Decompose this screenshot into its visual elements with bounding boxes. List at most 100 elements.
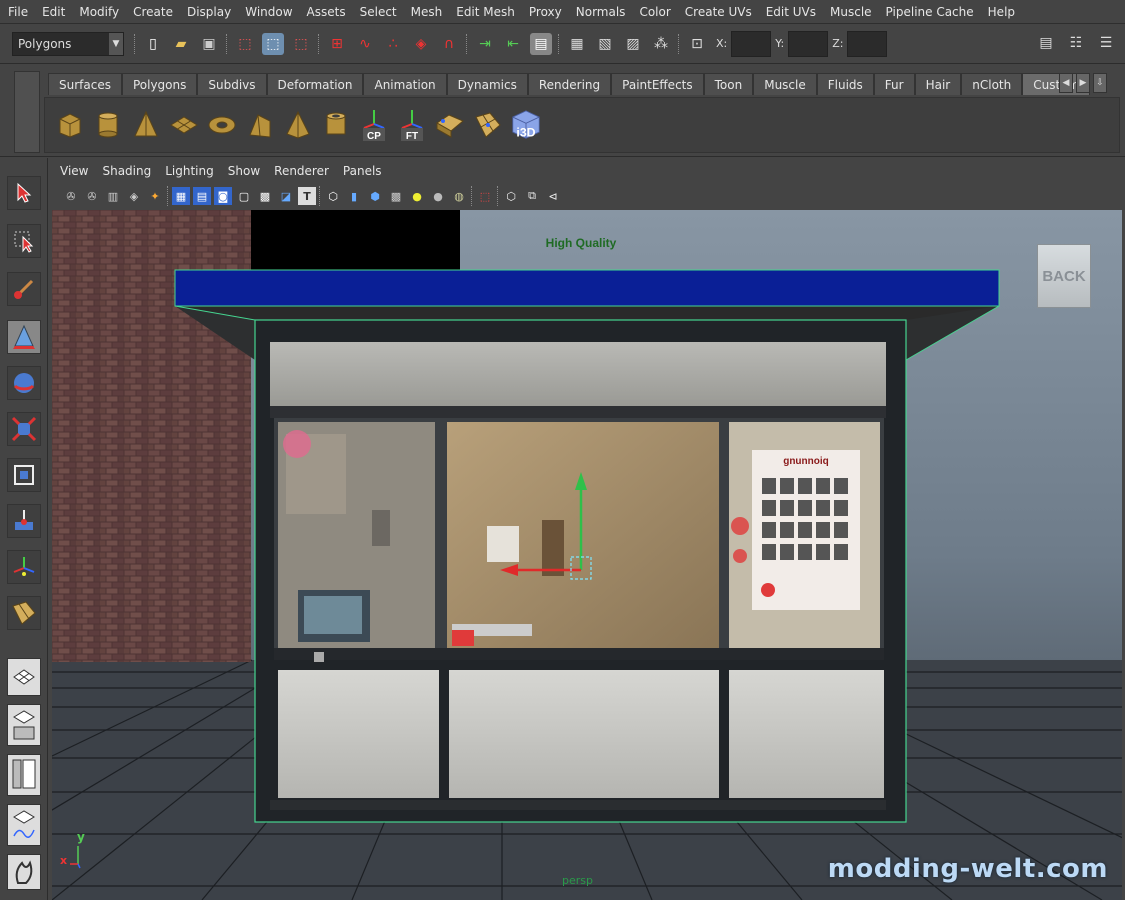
film-gate-icon[interactable]: ✦ — [146, 187, 164, 205]
shelf-menu-handle[interactable] — [14, 71, 40, 153]
poly-torus-icon[interactable] — [207, 108, 237, 142]
panel-menu-show[interactable]: Show — [228, 164, 260, 178]
menu-color[interactable]: Color — [639, 5, 670, 19]
ft-tool-icon[interactable]: FT — [397, 108, 427, 142]
universal-manipulator-icon[interactable] — [7, 458, 41, 492]
output-history-icon[interactable]: ⇤ — [502, 33, 524, 55]
bevel-icon[interactable] — [435, 108, 465, 142]
tool-settings-icon[interactable]: ☷ — [1065, 32, 1087, 54]
menu-set-selector[interactable]: Polygons ▼ — [12, 31, 124, 56]
new-scene-icon[interactable]: ▯ — [142, 33, 164, 55]
menu-window[interactable]: Window — [245, 5, 292, 19]
transform-input-icon[interactable]: ⊡ — [686, 33, 708, 55]
light-icon[interactable]: ● — [408, 187, 426, 205]
construction-history-icon[interactable]: ▤ — [530, 32, 552, 55]
shadows-icon[interactable]: T — [298, 187, 316, 205]
single-perspective-layout-icon[interactable] — [7, 658, 41, 696]
snap-point-icon[interactable]: ∴ — [382, 33, 404, 55]
panel-menu-view[interactable]: View — [60, 164, 88, 178]
poly-cylinder-icon[interactable] — [93, 108, 123, 142]
menu-assets[interactable]: Assets — [307, 5, 346, 19]
shelf-tab-subdivs[interactable]: Subdivs — [197, 73, 267, 95]
shelf-tab-hair[interactable]: Hair — [914, 73, 962, 95]
panel-menu-renderer[interactable]: Renderer — [274, 164, 329, 178]
shelf-tab-painteffects[interactable]: PaintEffects — [611, 73, 704, 95]
menu-modify[interactable]: Modify — [79, 5, 119, 19]
shelf-tab-rendering[interactable]: Rendering — [527, 73, 612, 95]
z-field[interactable] — [847, 30, 888, 57]
y-field[interactable] — [788, 30, 829, 57]
channel-box-icon[interactable]: ☰ — [1095, 32, 1117, 54]
default-material-icon[interactable]: ⬢ — [366, 187, 384, 205]
wireframe-icon[interactable]: ▤ — [193, 187, 211, 205]
cube-view-icon[interactable]: ⬡ — [502, 187, 520, 205]
uv-icon[interactable] — [473, 108, 503, 142]
scale-tool-icon[interactable] — [7, 412, 41, 446]
move-tool-icon[interactable] — [7, 320, 41, 354]
render-settings-icon[interactable]: ⁂ — [650, 33, 672, 55]
menu-select[interactable]: Select — [360, 5, 397, 19]
menu-edit-mesh[interactable]: Edit Mesh — [456, 5, 515, 19]
perspective-graph-editor-layout-icon[interactable] — [7, 804, 41, 846]
shelf-tab-dynamics[interactable]: Dynamics — [446, 73, 528, 95]
select-by-camera-icon[interactable]: ⬚ — [476, 187, 494, 205]
select-tool-icon[interactable] — [7, 176, 41, 210]
snap-grid-icon[interactable]: ⊞ — [326, 33, 348, 55]
poly-prism-icon[interactable] — [245, 108, 275, 142]
perspective-outliner-layout-icon[interactable] — [7, 704, 41, 746]
textured-icon[interactable]: ▩ — [256, 187, 274, 205]
select-object-icon[interactable]: ⬚ — [262, 32, 284, 55]
input-history-icon[interactable]: ⇥ — [474, 33, 496, 55]
show-manipulator-icon[interactable] — [7, 550, 41, 584]
smooth-shade-icon[interactable]: ◙ — [214, 187, 232, 205]
rotate-tool-icon[interactable] — [7, 366, 41, 400]
select-hierarchy-icon[interactable]: ⬚ — [234, 33, 256, 55]
shelf-tab-surfaces[interactable]: Surfaces — [48, 73, 122, 95]
isolate-select-icon[interactable]: ▩ — [387, 187, 405, 205]
hypershade-icon[interactable] — [7, 854, 41, 890]
material-sphere-icon[interactable]: ● — [429, 187, 447, 205]
camera-attributes-icon[interactable]: ✇ — [83, 187, 101, 205]
menu-help[interactable]: Help — [988, 5, 1015, 19]
menu-proxy[interactable]: Proxy — [529, 5, 562, 19]
menu-display[interactable]: Display — [187, 5, 231, 19]
ipr-render-icon[interactable]: ▨ — [622, 33, 644, 55]
save-scene-icon[interactable]: ▣ — [198, 33, 220, 55]
wireframe-on-shaded-icon[interactable]: ▢ — [235, 187, 253, 205]
use-all-lights-icon[interactable]: ◪ — [277, 187, 295, 205]
menu-create[interactable]: Create — [133, 5, 173, 19]
snap-curve-icon[interactable]: ∿ — [354, 33, 376, 55]
menu-edit[interactable]: Edit — [42, 5, 65, 19]
attribute-editor-icon[interactable]: ▤ — [1035, 32, 1057, 54]
menu-file[interactable]: File — [8, 5, 28, 19]
shelf-right-arrow-icon[interactable]: ▶ — [1076, 73, 1090, 93]
menu-pipeline-cache[interactable]: Pipeline Cache — [886, 5, 974, 19]
select-camera-icon[interactable]: ✇ — [62, 187, 80, 205]
render-view-icon[interactable]: ▦ — [566, 33, 588, 55]
shelf-menu-icon[interactable]: ⇩ — [1093, 73, 1107, 93]
poly-cone-icon[interactable] — [131, 108, 161, 142]
uv-shelf-icon[interactable] — [7, 596, 41, 630]
menu-normals[interactable]: Normals — [576, 5, 626, 19]
shelf-tab-toon[interactable]: Toon — [703, 73, 754, 95]
panel-menu-lighting[interactable]: Lighting — [165, 164, 214, 178]
make-live-icon[interactable]: ∩ — [438, 33, 460, 55]
i3d-icon[interactable]: i3D — [511, 108, 541, 142]
grid-icon[interactable]: ▦ — [172, 187, 190, 205]
two-panel-icon[interactable]: ⧉ — [523, 187, 541, 205]
shelf-tab-muscle[interactable]: Muscle — [753, 73, 817, 95]
soft-modification-icon[interactable] — [7, 504, 41, 538]
render-frame-icon[interactable]: ▧ — [594, 33, 616, 55]
poly-pipe-icon[interactable] — [321, 108, 351, 142]
select-component-icon[interactable]: ⬚ — [290, 33, 312, 55]
poly-plane-icon[interactable] — [169, 108, 199, 142]
bookmark-icon[interactable]: ▥ — [104, 187, 122, 205]
back-button[interactable]: BACK — [1037, 244, 1091, 308]
menu-create-uvs[interactable]: Create UVs — [685, 5, 752, 19]
image-plane-icon[interactable]: ◈ — [125, 187, 143, 205]
cp-tool-icon[interactable]: CP — [359, 108, 389, 142]
menu-muscle[interactable]: Muscle — [830, 5, 872, 19]
high-quality-icon[interactable]: ◍ — [450, 187, 468, 205]
xray-joints-icon[interactable]: ▮ — [345, 187, 363, 205]
paint-select-icon[interactable] — [7, 272, 41, 306]
